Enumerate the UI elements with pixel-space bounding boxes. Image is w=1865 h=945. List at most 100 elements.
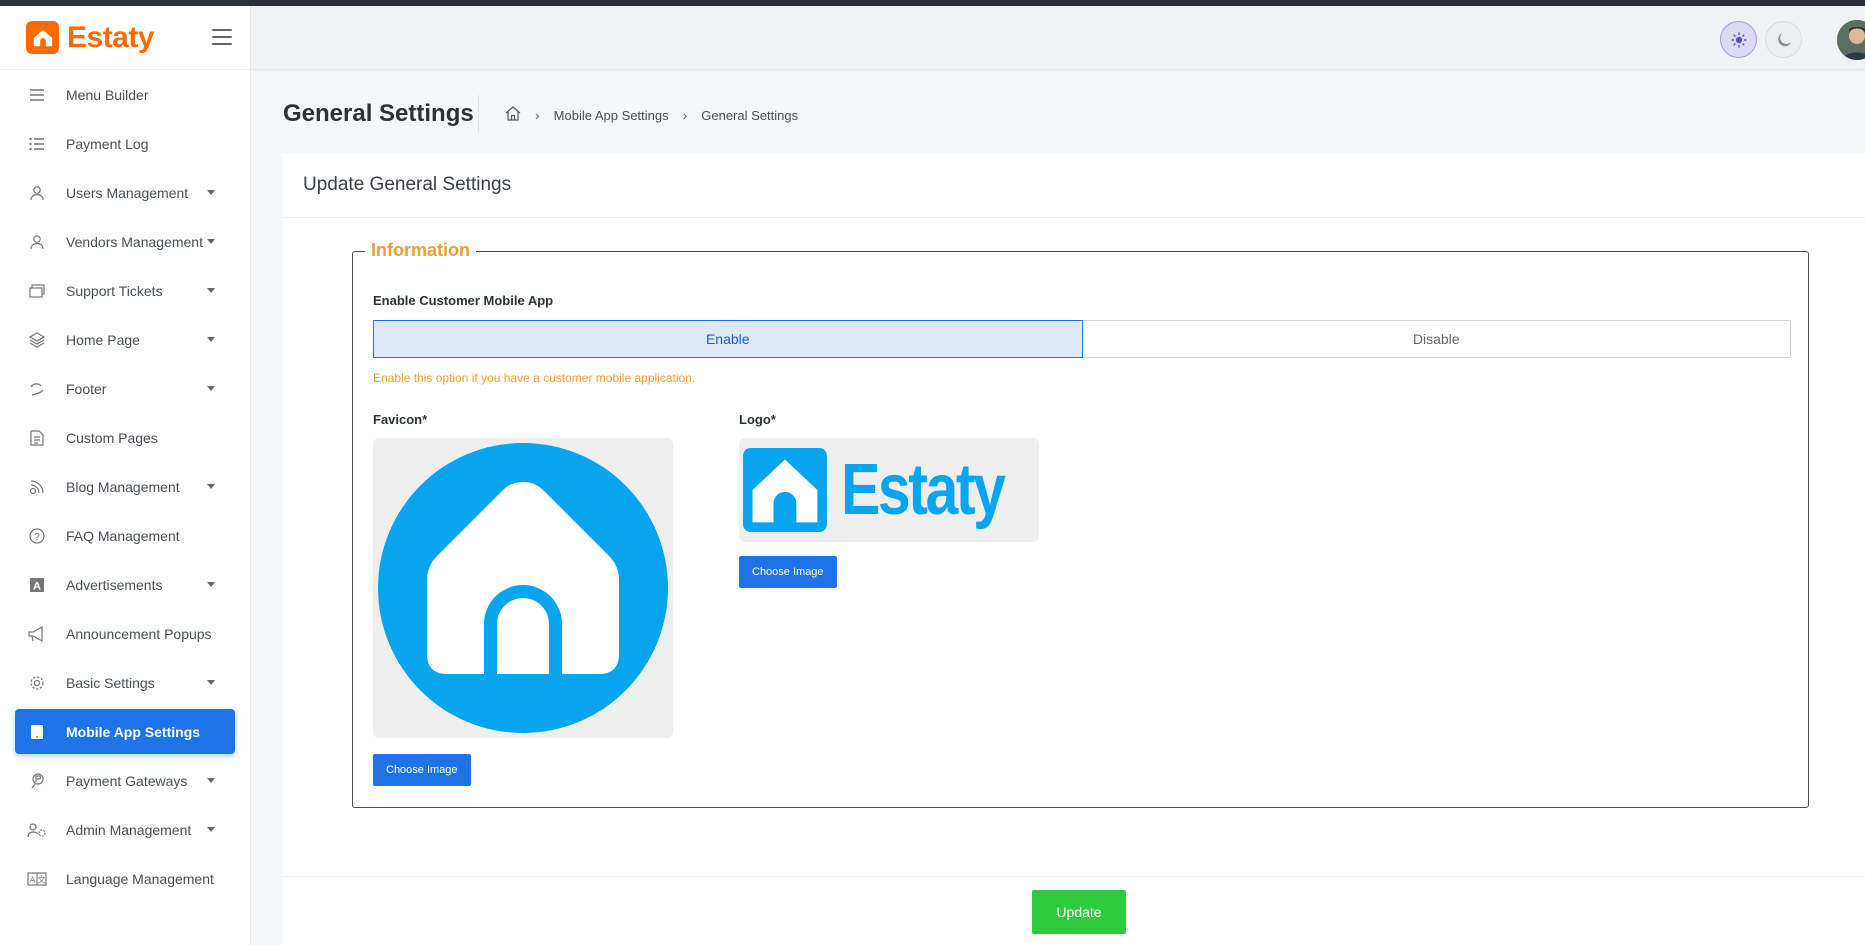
update-button[interactable]: Update	[1032, 890, 1126, 934]
light-mode-button[interactable]	[1720, 21, 1757, 58]
ticket-icon	[27, 281, 47, 301]
choose-logo-button[interactable]: Choose Image	[739, 556, 837, 588]
brand[interactable]: Estaty	[0, 6, 250, 70]
document-icon	[27, 428, 47, 448]
chevron-down-icon	[207, 484, 215, 489]
sidebar-item-users-management[interactable]: Users Management	[0, 168, 250, 217]
sidebar-item-label: Mobile App Settings	[66, 723, 201, 740]
rss-icon	[27, 477, 47, 497]
sidebar-item-label: Vendors Management	[66, 233, 203, 250]
user-icon	[27, 232, 47, 252]
avatar[interactable]	[1837, 20, 1865, 60]
question-icon: ?	[27, 526, 47, 546]
sidebar-item-announcement-popups[interactable]: Announcement Popups	[0, 609, 250, 658]
enable-app-label: Enable Customer Mobile App	[373, 293, 554, 308]
sidebar-item-label: Footer	[66, 380, 107, 397]
sidebar-item-label: Language Management	[66, 870, 214, 887]
translate-icon: A文	[27, 869, 47, 889]
information-fieldset: Information Enable Customer Mobile App E…	[352, 240, 1809, 808]
chevron-down-icon	[207, 190, 215, 195]
sidebar-item-payment-gateways[interactable]: Payment Gateways	[0, 756, 250, 805]
hamburger-menu-icon[interactable]	[212, 29, 232, 45]
sidebar-item-label: Announcement Popups	[66, 625, 212, 642]
gear-icon	[27, 673, 47, 693]
sidebar-item-label: FAQ Management	[66, 527, 180, 544]
page-title: General Settings	[283, 100, 474, 127]
enable-app-toggle: Enable Disable	[373, 320, 1791, 358]
sidebar-item-label: Home Page	[66, 331, 140, 348]
favicon-label: Favicon*	[373, 412, 428, 427]
svg-text:?: ?	[34, 532, 40, 543]
svg-text:文: 文	[38, 874, 46, 884]
house-favicon-icon	[378, 443, 668, 733]
chevron-down-icon	[207, 337, 215, 342]
ad-icon: A	[27, 575, 47, 595]
footer-icon	[27, 379, 47, 399]
sidebar-item-label: Payment Log	[66, 135, 149, 152]
chevron-down-icon	[207, 680, 215, 685]
home-icon[interactable]	[505, 106, 521, 124]
sidebar-item-footer[interactable]: Footer	[0, 364, 250, 413]
sidebar-item-basic-settings[interactable]: Basic Settings	[0, 658, 250, 707]
chevron-down-icon	[207, 582, 215, 587]
sidebar-item-home-page[interactable]: Home Page	[0, 315, 250, 364]
sidebar-item-label: Admin Management	[66, 821, 192, 838]
users-gear-icon	[27, 820, 47, 840]
top-header	[252, 6, 1865, 70]
sidebar-item-advertisements[interactable]: A Advertisements	[0, 560, 250, 609]
enable-hint: Enable this option if you have a custome…	[373, 371, 696, 385]
sidebar-item-faq-management[interactable]: ? FAQ Management	[0, 511, 250, 560]
sidebar: Estaty Menu Builder Payment Log Users Ma…	[0, 6, 251, 945]
payment-icon	[27, 771, 47, 791]
sidebar-item-label: Basic Settings	[66, 674, 155, 691]
settings-card: Update General Settings Information Enab…	[283, 153, 1865, 945]
sidebar-item-blog-management[interactable]: Blog Management	[0, 462, 250, 511]
breadcrumb: › Mobile App Settings › General Settings	[505, 106, 798, 124]
sidebar-item-label: Support Tickets	[66, 282, 163, 299]
sidebar-item-language-management[interactable]: A文 Language Management	[0, 854, 250, 903]
fieldset-legend: Information	[365, 240, 476, 261]
title-divider	[478, 95, 479, 132]
moon-icon	[1777, 32, 1791, 46]
chevron-down-icon	[207, 827, 215, 832]
svg-text:A: A	[33, 580, 41, 592]
chevron-right-icon: ›	[682, 107, 688, 123]
card-footer: Update	[283, 876, 1865, 945]
choose-favicon-button[interactable]: Choose Image	[373, 754, 471, 786]
sidebar-item-vendors-management[interactable]: Vendors Management	[0, 217, 250, 266]
brand-name: Estaty	[67, 20, 155, 54]
chevron-down-icon	[207, 239, 215, 244]
tablet-icon	[27, 722, 47, 742]
sidebar-item-label: Custom Pages	[66, 429, 158, 446]
sidebar-item-mobile-app-settings[interactable]: Mobile App Settings	[15, 709, 235, 754]
list-icon	[27, 134, 47, 154]
enable-option[interactable]: Enable	[373, 320, 1083, 358]
disable-option[interactable]: Disable	[1083, 321, 1791, 357]
sidebar-item-label: Advertisements	[66, 576, 163, 593]
chevron-right-icon: ›	[535, 107, 540, 123]
sun-icon	[1731, 32, 1746, 47]
sidebar-item-support-tickets[interactable]: Support Tickets	[0, 266, 250, 315]
chevron-down-icon	[207, 778, 215, 783]
sidebar-item-label: Payment Gateways	[66, 772, 188, 789]
user-icon	[27, 183, 47, 203]
sidebar-item-payment-log[interactable]: Payment Log	[0, 119, 250, 168]
sidebar-item-menu-builder[interactable]: Menu Builder	[0, 70, 250, 119]
megaphone-icon	[27, 624, 47, 644]
dark-mode-button[interactable]	[1765, 21, 1802, 58]
house-logo-icon	[26, 21, 59, 54]
sidebar-item-custom-pages[interactable]: Custom Pages	[0, 413, 250, 462]
svg-text:A: A	[30, 875, 36, 884]
sidebar-menu: Menu Builder Payment Log Users Managemen…	[0, 70, 250, 903]
chevron-down-icon	[207, 288, 215, 293]
chevron-down-icon	[207, 386, 215, 391]
logo-preview: Estaty	[739, 438, 1039, 542]
breadcrumb-current: General Settings	[701, 107, 799, 123]
layers-icon	[27, 330, 47, 350]
sidebar-item-admin-management[interactable]: Admin Management	[0, 805, 250, 854]
sidebar-item-label: Blog Management	[66, 478, 180, 495]
logo-label: Logo*	[739, 412, 776, 427]
sidebar-item-label: Menu Builder	[66, 86, 149, 103]
logo-wordmark: Estaty	[840, 450, 1006, 530]
breadcrumb-parent[interactable]: Mobile App Settings	[554, 108, 669, 123]
